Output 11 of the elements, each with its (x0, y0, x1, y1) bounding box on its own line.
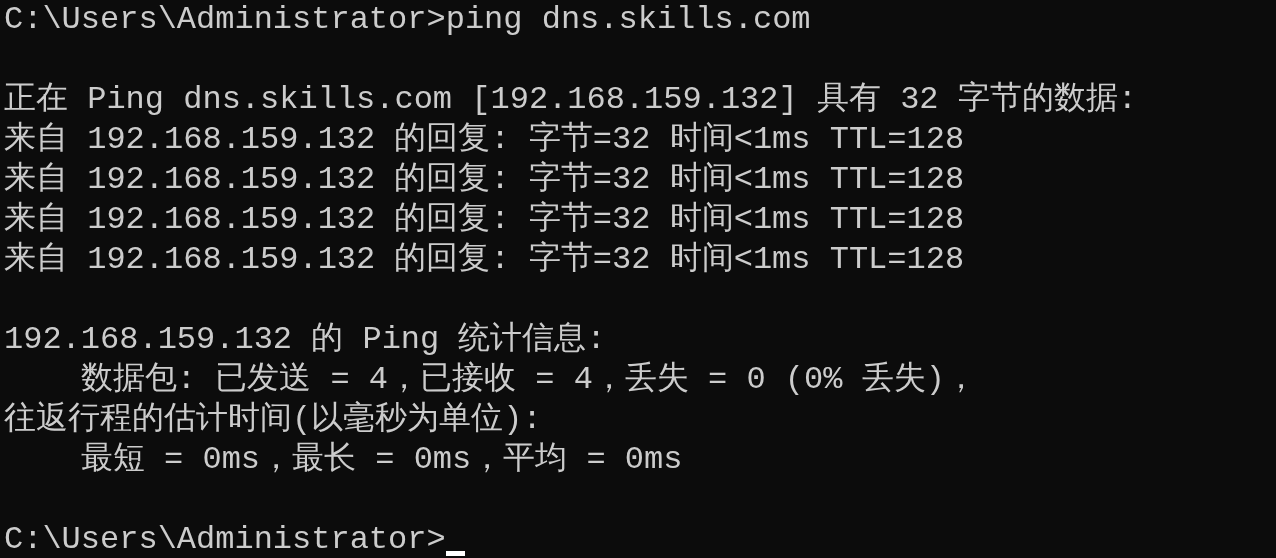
console-line: 来自 192.168.159.132 的回复: 字节=32 时间<1ms TTL=128 (4, 160, 965, 200)
console-line: 正在 Ping dns.skills.com [192.168.159.132] 具有 32 字节的数据: (4, 80, 1137, 120)
console-line: 往返行程的估计时间(以毫秒为单位): (4, 400, 542, 440)
console-line: 来自 192.168.159.132 的回复: 字节=32 时间<1ms TTL=128 (4, 120, 965, 160)
prompt-line: C:\Users\Administrator> (4, 520, 446, 558)
console-line: C:\Users\Administrator>ping dns.skills.com (4, 0, 811, 40)
console-line: 来自 192.168.159.132 的回复: 字节=32 时间<1ms TTL=128 (4, 200, 965, 240)
console-line: 来自 192.168.159.132 的回复: 字节=32 时间<1ms TTL=128 (4, 240, 965, 280)
console-line: 最短 = 0ms，最长 = 0ms，平均 = 0ms (79, 440, 683, 480)
console-line: 数据包: 已发送 = 4，已接收 = 4，丢失 = 0 (0% 丢失)， (79, 360, 977, 400)
console-line: 192.168.159.132 的 Ping 统计信息: (4, 320, 606, 360)
